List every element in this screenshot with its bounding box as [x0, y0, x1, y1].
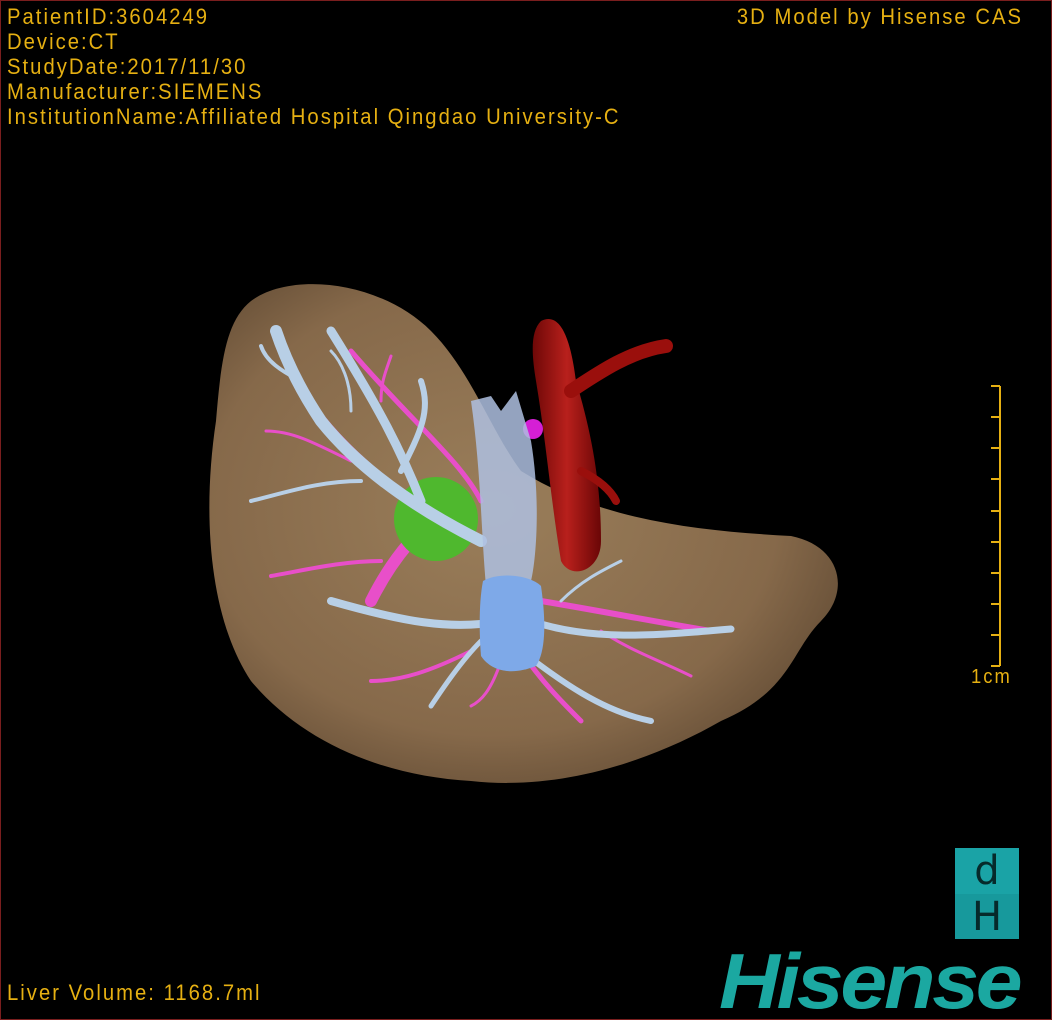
hisense-dh-logo: d H [955, 847, 1019, 940]
liver-volume: Liver Volume: 1168.7ml [7, 980, 262, 1005]
institution-name: InstitutionName:Affiliated Hospital Qing… [7, 104, 621, 129]
study-info-overlay: PatientID:3604249 Device:CT StudyDate:20… [7, 4, 621, 129]
scale-bar-label: 1cm [971, 666, 1012, 688]
logo-letter-d: d [974, 847, 1000, 894]
scale-bar [991, 385, 1001, 667]
liver-3d-model[interactable] [1, 1, 1051, 1019]
logo-letter-h: H [955, 894, 1019, 940]
study-date: StudyDate:2017/11/30 [7, 54, 248, 79]
hisense-brand-logo: Hisense [719, 937, 1023, 1020]
patient-id: PatientID:3604249 [7, 4, 210, 29]
device: Device:CT [7, 29, 120, 54]
manufacturer: Manufacturer:SIEMENS [7, 79, 264, 104]
3d-viewport[interactable]: PatientID:3604249 Device:CT StudyDate:20… [0, 0, 1052, 1020]
model-credit: 3D Model by Hisense CAS [736, 4, 1023, 29]
